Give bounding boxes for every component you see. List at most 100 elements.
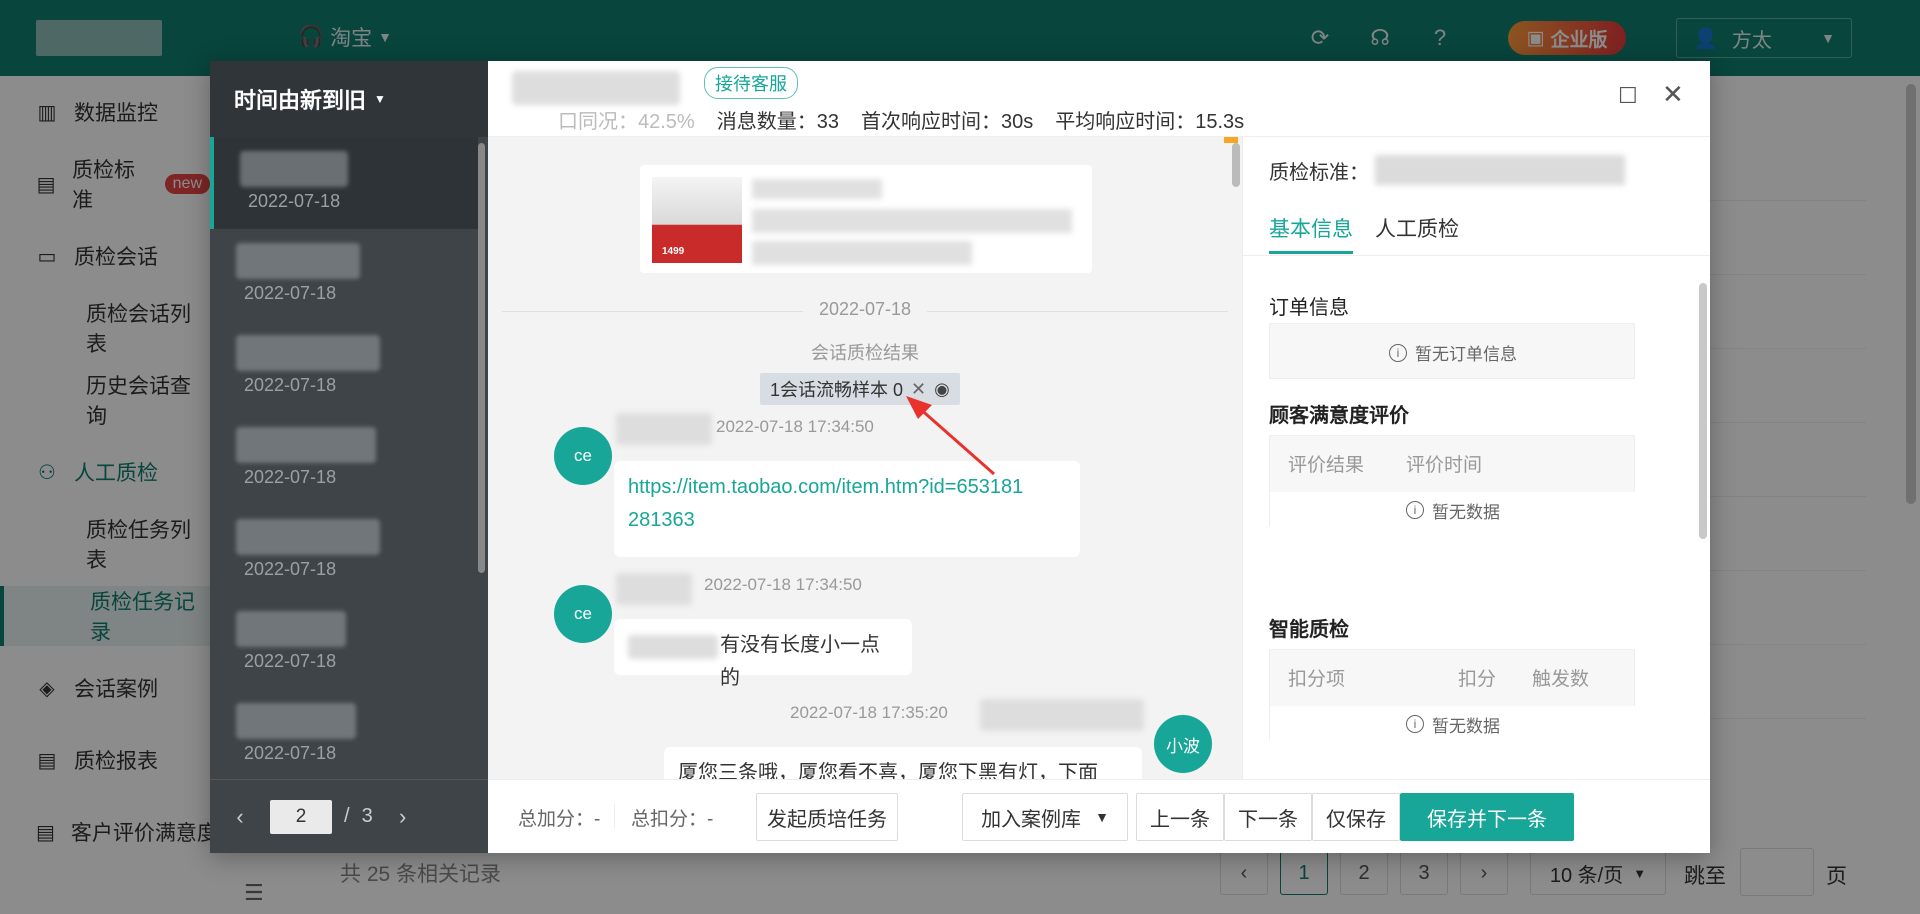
customer-name-blur <box>236 243 360 279</box>
next-page-icon[interactable]: › <box>373 804 433 830</box>
session-date: 2022-07-18 <box>244 375 337 395</box>
customer-name-blur <box>236 703 356 739</box>
session-date: 2022-07-18 <box>244 467 337 487</box>
chat-scrollbar[interactable] <box>1232 143 1240 187</box>
qc-result-label: 会话质检结果 <box>811 343 919 363</box>
session-list-panel: 时间由新到旧 ▼ 2022-07-18 2022-07-18 2022-07-1… <box>210 61 488 853</box>
product-title-blur <box>752 209 1072 233</box>
qc-standard-blur <box>1375 155 1625 185</box>
column-header: 扣分项 <box>1288 669 1346 690</box>
sort-label: 时间由新到旧 <box>234 88 367 113</box>
product-image: 1499 <box>652 177 742 263</box>
qc-standard-label: 质检标准： <box>1269 161 1369 184</box>
qc-panel-scrollbar[interactable] <box>1699 283 1707 539</box>
close-icon[interactable]: ✕ <box>911 379 926 400</box>
session-list-item[interactable]: 2022-07-18 <box>210 321 478 413</box>
stat-avg-response: 平均响应时间：15.3s <box>1055 111 1245 133</box>
next-record-button[interactable]: 下一条 <box>1224 793 1312 841</box>
product-card[interactable]: 1499 <box>640 165 1092 273</box>
message-blur <box>628 635 718 659</box>
customer-name-blur <box>236 427 376 463</box>
total-add-score: 总加分：- <box>518 809 601 830</box>
empty-text: 暂无数据 <box>1432 716 1500 736</box>
customer-name-blur <box>236 335 380 371</box>
product-title-blur <box>752 179 882 199</box>
chat-area: 1499 2022-07-18 会话质检结果 1会话流畅样本 0 ✕ ◉ ce … <box>488 137 1242 779</box>
message-bubble[interactable]: https://item.taobao.com/item.htm?id=6531… <box>614 461 1080 557</box>
column-header: 评价时间 <box>1406 455 1483 476</box>
session-list-item[interactable]: 2022-07-18 <box>210 137 478 229</box>
total-pages: 3 <box>361 805 373 827</box>
session-date: 2022-07-18 <box>248 191 341 211</box>
eye-icon[interactable]: ◉ <box>934 379 950 400</box>
save-and-next-button[interactable]: 保存并下一条 <box>1400 793 1574 841</box>
tab-manual-qc[interactable]: 人工质检 <box>1375 213 1459 251</box>
tab-divider <box>1243 255 1710 256</box>
session-list-item[interactable]: 2022-07-18 <box>210 597 478 689</box>
column-header: 触发数 <box>1532 669 1590 690</box>
message-link-line[interactable]: 281363 <box>628 504 1066 537</box>
satisfaction-title: 顾客满意度评价 <box>1269 405 1409 427</box>
avatar: ce <box>554 585 612 643</box>
avatar: 小波 <box>1154 715 1212 773</box>
session-list-item[interactable]: 2022-07-18 <box>210 413 478 505</box>
session-date: 2022-07-18 <box>244 651 337 671</box>
start-training-button[interactable]: 发起质培任务 <box>756 793 898 841</box>
message-bubble[interactable]: 有没有长度小一点的 <box>614 619 912 689</box>
message-time: 2022-07-18 17:34:50 <box>704 575 862 594</box>
caret-down-icon: ▼ <box>374 92 386 106</box>
page-separator: / <box>344 805 350 827</box>
session-list-item[interactable]: 2022-07-18 <box>210 229 478 321</box>
product-title-blur <box>752 241 972 265</box>
smart-qc-table: 扣分项 扣分 触发数 i 暂无数据 <box>1269 649 1636 742</box>
tab-basic-info[interactable]: 基本信息 <box>1269 213 1353 254</box>
save-only-button[interactable]: 仅保存 <box>1312 793 1400 841</box>
session-list-item[interactable]: 2022-07-18 <box>210 505 478 597</box>
session-date: 2022-07-18 <box>244 559 337 579</box>
customer-name-blur <box>512 71 680 105</box>
stat-first-response: 首次响应时间：30s <box>860 111 1034 133</box>
satisfaction-table: 评价结果 评价时间 i 暂无数据 <box>1269 435 1636 528</box>
sort-dropdown[interactable]: 时间由新到旧 ▼ <box>210 61 488 137</box>
session-list-scrollbar[interactable] <box>478 143 485 573</box>
smart-qc-title: 智能质检 <box>1269 619 1349 641</box>
service-tag: 接待客服 <box>704 67 798 99</box>
column-header: 扣分 <box>1458 669 1497 690</box>
message-time: 2022-07-18 17:34:50 <box>716 417 874 436</box>
qc-result-tag: 1会话流畅样本 0 ✕ ◉ <box>760 373 960 405</box>
message-text: 厦您三条哦，厦您看不喜，厦您下黑有灯，下面 <box>678 762 1098 779</box>
message-text: 有没有长度小一点的 <box>720 634 880 689</box>
qc-standard: 质检标准： <box>1269 155 1625 185</box>
nickname-blur <box>616 573 692 605</box>
avatar: ce <box>554 427 612 485</box>
date-divider: 2022-07-18 <box>502 299 1228 320</box>
close-icon[interactable]: ✕ <box>1662 79 1684 110</box>
order-info-title: 订单信息 <box>1269 297 1349 319</box>
info-icon: i <box>1389 343 1407 362</box>
satisfaction-empty: i 暂无数据 <box>1270 492 1636 528</box>
stat-rate: 口同况：42.5% <box>558 111 695 133</box>
nickname-blur <box>980 699 1144 731</box>
qc-tag-label: 1会话流畅样本 0 <box>770 380 904 400</box>
session-header: 接待客服 口同况：42.5% 消息数量：33 首次响应时间：30s 平均响应时间… <box>488 61 1710 137</box>
info-icon: i <box>1406 715 1424 733</box>
session-date: 2022-07-18 <box>244 283 337 303</box>
message-time: 2022-07-18 17:35:20 <box>790 703 948 722</box>
message-bubble[interactable]: 厦您三条哦，厦您看不喜，厦您下黑有灯，下面 <box>664 747 1142 779</box>
stat-message-count: 消息数量：33 <box>716 111 839 133</box>
prev-record-button[interactable]: 上一条 <box>1136 793 1224 841</box>
customer-name-blur <box>236 611 346 647</box>
add-to-case-library-select[interactable]: 加入案例库 ▼ <box>962 793 1128 841</box>
maximize-icon[interactable]: ☐ <box>1618 83 1638 109</box>
customer-name-blur <box>236 519 380 555</box>
session-list-pager: ‹ 2 / 3 › <box>210 779 488 853</box>
session-detail-modal: 时间由新到旧 ▼ 2022-07-18 2022-07-18 2022-07-1… <box>210 61 1710 853</box>
session-date: 2022-07-18 <box>244 743 337 763</box>
current-page-input[interactable]: 2 <box>270 799 332 834</box>
chevron-down-icon: ▼ <box>1095 809 1109 825</box>
modal-footer: 总加分：- 总扣分：- 发起质培任务 •• 加入案例库 ▼ 上一条 下一条 仅保… <box>488 779 1710 853</box>
smart-qc-empty: i 暂无数据 <box>1270 706 1636 742</box>
message-link-line[interactable]: https://item.taobao.com/item.htm?id=6531… <box>628 471 1066 504</box>
prev-page-icon[interactable]: ‹ <box>210 804 270 830</box>
session-list-item[interactable]: 2022-07-18 <box>210 689 478 781</box>
